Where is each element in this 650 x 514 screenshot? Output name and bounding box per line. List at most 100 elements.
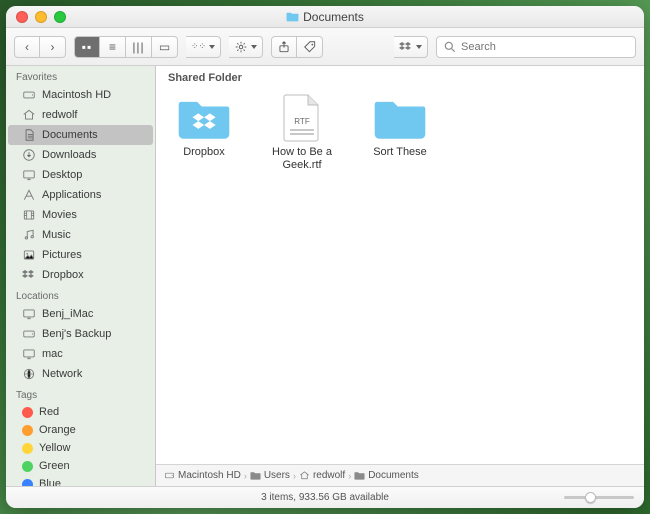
share-icon xyxy=(277,40,291,54)
network-icon xyxy=(22,367,36,381)
arrange-button[interactable]: ⁘⁘ xyxy=(186,36,221,58)
view-columns-button[interactable]: ||| xyxy=(126,36,152,58)
sidebar-item-label: Downloads xyxy=(42,149,96,161)
zoom-window-button[interactable] xyxy=(54,11,66,23)
action-segment xyxy=(229,36,263,58)
sidebar-item-label: mac xyxy=(42,348,63,360)
sidebar-item-orange[interactable]: Orange xyxy=(8,421,153,439)
path-separator: › xyxy=(244,471,247,481)
sidebar-item-desktop[interactable]: Desktop xyxy=(8,165,153,185)
search-field[interactable] xyxy=(436,36,636,58)
file-label: Dropbox xyxy=(183,146,225,159)
sidebar-item-benj-s-backup[interactable]: Benj's Backup xyxy=(8,324,153,344)
sidebar-item-blue[interactable]: Blue xyxy=(8,475,153,486)
columns-icon: ||| xyxy=(132,40,144,54)
sidebar-item-label: Macintosh HD xyxy=(42,89,111,101)
view-list-button[interactable]: ≡ xyxy=(100,36,126,58)
folder-header: Shared Folder xyxy=(156,66,644,88)
chevron-left-icon: ‹ xyxy=(25,40,29,54)
sidebar-item-green[interactable]: Green xyxy=(8,457,153,475)
sidebar-item-movies[interactable]: Movies xyxy=(8,205,153,225)
chevron-down-icon xyxy=(251,45,257,49)
sidebar-item-label: redwolf xyxy=(42,109,77,121)
share-button[interactable] xyxy=(271,36,297,58)
dropbox-toolbar-button[interactable] xyxy=(394,36,428,58)
chevron-right-icon: › xyxy=(51,40,55,54)
minimize-window-button[interactable] xyxy=(35,11,47,23)
sidebar-item-label: Yellow xyxy=(39,442,70,454)
icon-grid[interactable]: Dropbox RTFHow to Be a Geek.rtf Sort These xyxy=(156,88,644,464)
sidebar-item-downloads[interactable]: Downloads xyxy=(8,145,153,165)
movies-icon xyxy=(22,208,36,222)
view-gallery-button[interactable]: ▭ xyxy=(152,36,178,58)
forward-button[interactable]: › xyxy=(40,36,66,58)
sidebar-item-label: Orange xyxy=(39,424,76,436)
folder-dropbox-icon xyxy=(176,94,232,142)
sidebar-item-redwolf[interactable]: redwolf xyxy=(8,105,153,125)
tags-button[interactable] xyxy=(297,36,323,58)
path-crumb[interactable]: redwolf xyxy=(299,470,345,481)
sidebar-item-music[interactable]: Music xyxy=(8,225,153,245)
sidebar-item-label: Dropbox xyxy=(42,269,84,281)
path-crumb[interactable]: Users xyxy=(250,470,290,481)
sidebar-item-pictures[interactable]: Pictures xyxy=(8,245,153,265)
close-window-button[interactable] xyxy=(16,11,28,23)
file-item[interactable]: Sort These xyxy=(364,94,436,159)
path-crumb-label: redwolf xyxy=(313,470,345,481)
sidebar-section-header: Locations xyxy=(6,285,155,304)
share-segment xyxy=(271,36,323,58)
rtf-icon: RTF xyxy=(274,94,330,142)
path-separator: › xyxy=(293,471,296,481)
sidebar-item-mac[interactable]: mac xyxy=(8,344,153,364)
sidebar-item-applications[interactable]: Applications xyxy=(8,185,153,205)
finder-window: Documents ‹ › ▪▪ ≡ ||| ▭ ⁘⁘ xyxy=(6,6,644,508)
tag-color-dot xyxy=(22,461,33,472)
home-icon xyxy=(22,108,36,122)
path-bar: Macintosh HD›Users›redwolf›Documents xyxy=(156,464,644,486)
list-icon: ≡ xyxy=(109,40,116,54)
sidebar: Favorites Macintosh HD redwolf Documents Dow… xyxy=(6,66,156,486)
gear-icon xyxy=(234,40,248,54)
dropbox-segment xyxy=(394,36,428,58)
arrange-segment: ⁘⁘ xyxy=(186,36,221,58)
hdd-icon xyxy=(22,327,36,341)
chevron-down-icon xyxy=(209,45,215,49)
window-title-text: Documents xyxy=(303,10,364,24)
window-controls xyxy=(6,11,66,23)
window-title: Documents xyxy=(6,10,644,24)
slider-knob[interactable] xyxy=(585,492,596,503)
desktop-icon xyxy=(22,168,36,182)
apps-icon xyxy=(22,188,36,202)
sidebar-item-label: Network xyxy=(42,368,82,380)
gallery-icon: ▭ xyxy=(159,40,170,54)
sidebar-section-header: Favorites xyxy=(6,66,155,85)
sidebar-item-label: Music xyxy=(42,229,71,241)
dropbox-icon xyxy=(399,40,413,54)
sidebar-item-macintosh-hd[interactable]: Macintosh HD xyxy=(8,85,153,105)
back-button[interactable]: ‹ xyxy=(14,36,40,58)
search-icon xyxy=(443,40,457,54)
file-item[interactable]: RTFHow to Be a Geek.rtf xyxy=(266,94,338,172)
sidebar-item-yellow[interactable]: Yellow xyxy=(8,439,153,457)
tag-color-dot xyxy=(22,425,33,436)
imac-icon xyxy=(22,307,36,321)
tag-color-dot xyxy=(22,479,33,487)
tag-color-dot xyxy=(22,407,33,418)
sidebar-item-dropbox[interactable]: Dropbox xyxy=(8,265,153,285)
sidebar-item-documents[interactable]: Documents xyxy=(8,125,153,145)
sidebar-item-red[interactable]: Red xyxy=(8,403,153,421)
path-crumb[interactable]: Documents xyxy=(354,470,419,481)
file-item[interactable]: Dropbox xyxy=(168,94,240,159)
pictures-icon xyxy=(22,248,36,262)
view-icons-button[interactable]: ▪▪ xyxy=(74,36,100,58)
path-crumb-label: Users xyxy=(264,470,290,481)
docs-icon xyxy=(22,128,36,142)
tag-icon xyxy=(303,40,317,54)
sidebar-item-benj-imac[interactable]: Benj_iMac xyxy=(8,304,153,324)
nav-segment: ‹ › xyxy=(14,36,66,58)
sidebar-item-network[interactable]: Network xyxy=(8,364,153,384)
path-crumb[interactable]: Macintosh HD xyxy=(164,470,241,481)
search-input[interactable] xyxy=(461,41,629,53)
action-menu-button[interactable] xyxy=(229,36,263,58)
icon-size-slider[interactable] xyxy=(564,496,634,499)
